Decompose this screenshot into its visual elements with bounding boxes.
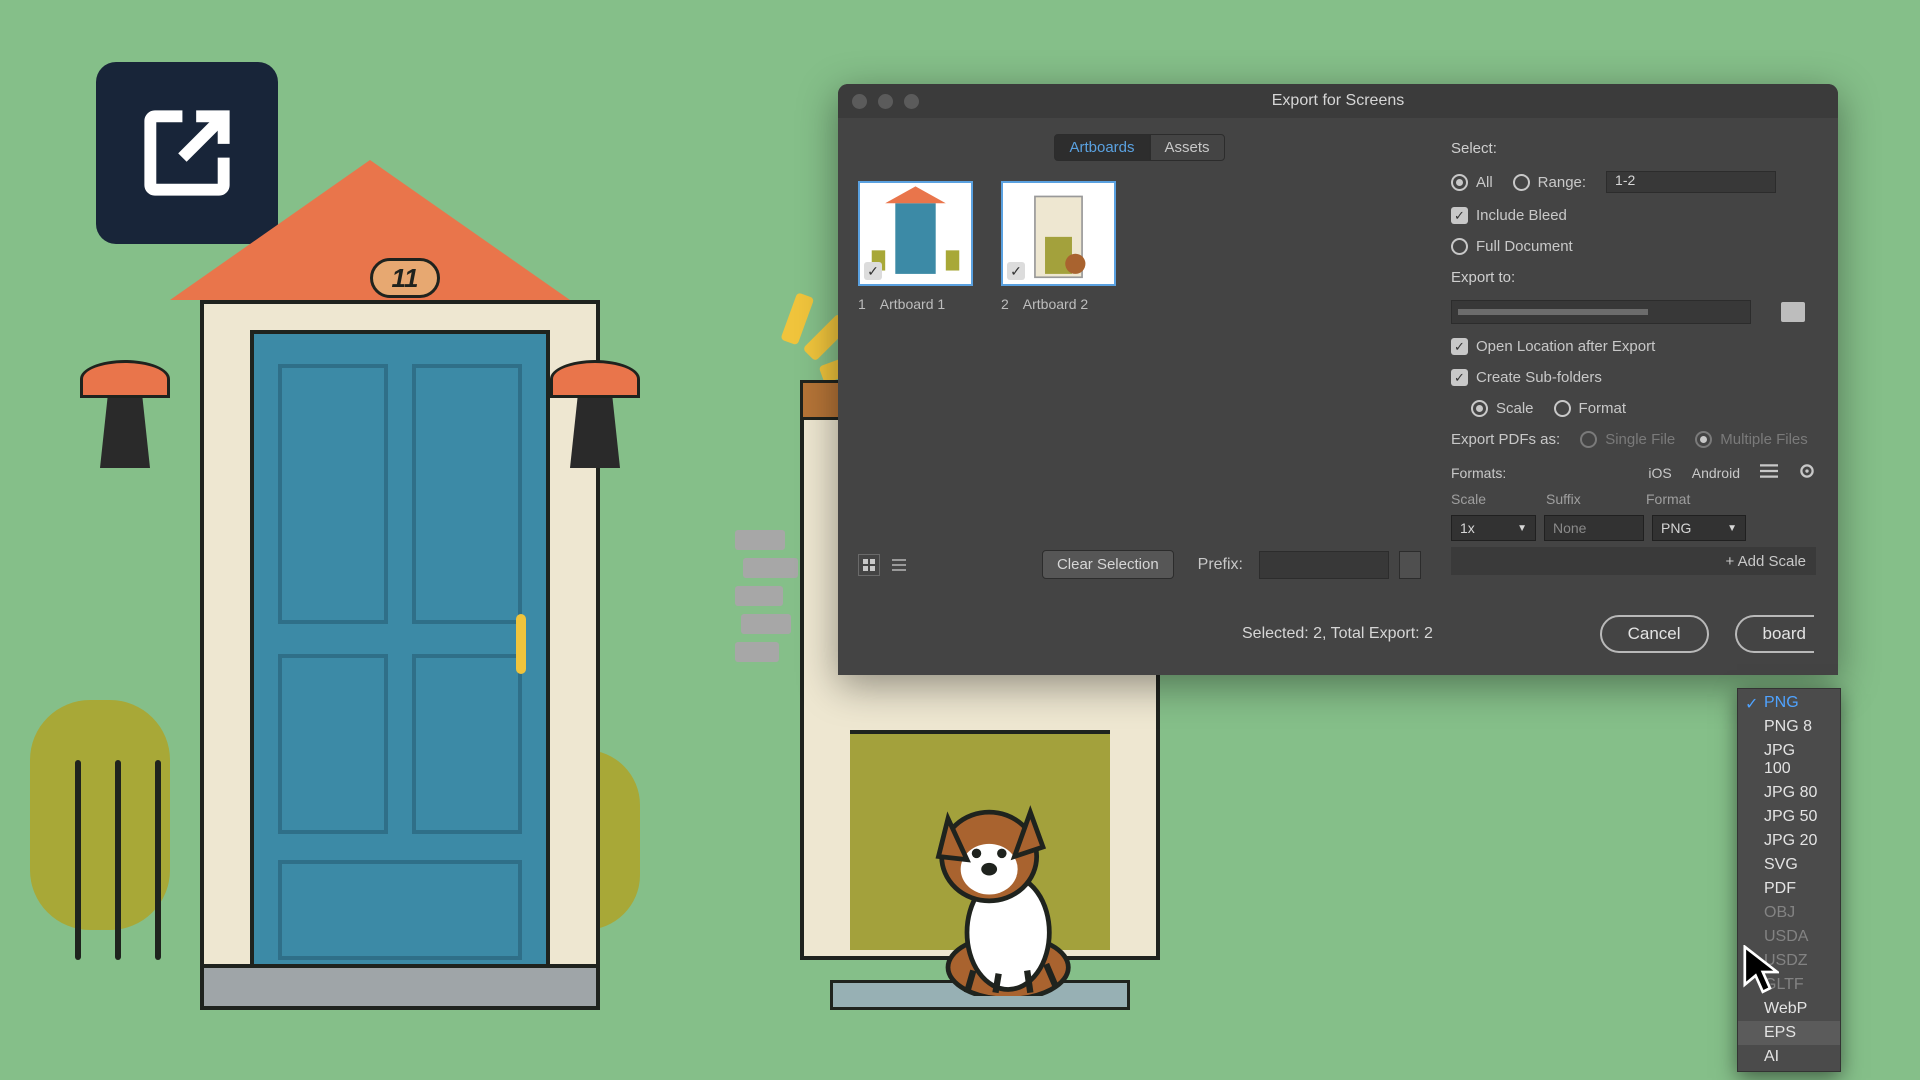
artboard-index: 1 bbox=[858, 296, 866, 312]
status-text: Selected: 2, Total Export: 2 bbox=[1242, 625, 1433, 643]
radio-subfolder-format[interactable]: Format bbox=[1554, 400, 1627, 417]
col-format: Format bbox=[1646, 491, 1690, 507]
folder-icon[interactable] bbox=[1781, 302, 1805, 322]
illustration-door-1: 11 bbox=[70, 160, 630, 1010]
add-scale-button[interactable]: + Add Scale bbox=[1451, 547, 1816, 575]
prefix-label: Prefix: bbox=[1198, 556, 1243, 574]
radio-all[interactable]: All bbox=[1451, 174, 1493, 191]
artboard-name: Artboard 2 bbox=[1023, 296, 1088, 312]
house-number: 11 bbox=[370, 258, 440, 298]
list-icon[interactable] bbox=[1760, 462, 1778, 483]
cursor-icon bbox=[1743, 945, 1779, 991]
format-option-obj: OBJ bbox=[1738, 901, 1840, 925]
illustration-dog bbox=[910, 790, 1100, 1000]
format-option-png[interactable]: PNG bbox=[1738, 691, 1840, 715]
radio-subfolder-scale[interactable]: Scale bbox=[1471, 400, 1534, 417]
radio-range[interactable]: Range: bbox=[1513, 174, 1586, 191]
tabs: Artboards Assets bbox=[858, 134, 1421, 161]
format-option-pdf[interactable]: PDF bbox=[1738, 877, 1840, 901]
prefix-input[interactable] bbox=[1259, 551, 1389, 579]
gear-icon[interactable] bbox=[1798, 462, 1816, 483]
checkbox-create-subfolders[interactable]: ✓Create Sub-folders bbox=[1451, 369, 1602, 386]
formats-label: Formats: bbox=[1451, 465, 1506, 481]
format-option-jpg-20[interactable]: JPG 20 bbox=[1738, 829, 1840, 853]
export-pdfs-label: Export PDFs as: bbox=[1451, 431, 1560, 448]
artboard-thumb-2[interactable]: ✓ 2 Artboard 2 bbox=[1001, 181, 1116, 312]
format-option-svg[interactable]: SVG bbox=[1738, 853, 1840, 877]
list-view-icon[interactable] bbox=[888, 554, 910, 576]
format-option-jpg-100[interactable]: JPG 100 bbox=[1738, 739, 1840, 781]
clear-selection-button[interactable]: Clear Selection bbox=[1042, 550, 1174, 579]
export-for-screens-dialog: Export for Screens Artboards Assets bbox=[838, 84, 1838, 675]
checkbox-open-location[interactable]: ✓Open Location after Export bbox=[1451, 338, 1655, 355]
range-input[interactable]: 1-2 bbox=[1606, 171, 1776, 193]
format-option-webp[interactable]: WebP bbox=[1738, 997, 1840, 1021]
format-option-jpg-50[interactable]: JPG 50 bbox=[1738, 805, 1840, 829]
format-option-ai[interactable]: AI bbox=[1738, 1045, 1840, 1069]
preset-android[interactable]: Android bbox=[1692, 465, 1740, 481]
select-label: Select: bbox=[1451, 140, 1816, 157]
tab-assets[interactable]: Assets bbox=[1150, 134, 1225, 161]
scale-dropdown[interactable]: 1x▼ bbox=[1451, 515, 1536, 541]
preset-ios[interactable]: iOS bbox=[1648, 465, 1671, 481]
radio-single-file: Single File bbox=[1580, 431, 1675, 448]
suffix-input[interactable]: None bbox=[1544, 515, 1644, 541]
artboard-index: 2 bbox=[1001, 296, 1009, 312]
dialog-titlebar[interactable]: Export for Screens bbox=[838, 84, 1838, 118]
check-icon[interactable]: ✓ bbox=[1007, 262, 1025, 280]
format-menu: PNGPNG 8JPG 100JPG 80JPG 50JPG 20SVGPDFO… bbox=[1737, 688, 1841, 1072]
format-option-jpg-80[interactable]: JPG 80 bbox=[1738, 781, 1840, 805]
dialog-title: Export for Screens bbox=[838, 92, 1838, 110]
tab-artboards[interactable]: Artboards bbox=[1054, 134, 1149, 161]
format-dropdown[interactable]: PNG▼ bbox=[1652, 515, 1746, 541]
radio-multiple-files: Multiple Files bbox=[1695, 431, 1808, 448]
col-suffix: Suffix bbox=[1546, 491, 1646, 507]
export-artboard-button[interactable]: board bbox=[1735, 615, 1814, 653]
grid-view-icon[interactable] bbox=[858, 554, 880, 576]
format-option-png-8[interactable]: PNG 8 bbox=[1738, 715, 1840, 739]
checkbox-include-bleed[interactable]: ✓Include Bleed bbox=[1451, 207, 1567, 224]
cancel-button[interactable]: Cancel bbox=[1600, 615, 1709, 653]
col-scale: Scale bbox=[1451, 491, 1546, 507]
export-path-input[interactable] bbox=[1451, 300, 1751, 324]
check-icon[interactable]: ✓ bbox=[864, 262, 882, 280]
radio-full-document[interactable]: Full Document bbox=[1451, 238, 1573, 255]
artboard-name: Artboard 1 bbox=[880, 296, 945, 312]
prefix-dropdown[interactable] bbox=[1399, 551, 1421, 579]
artboard-thumb-1[interactable]: ✓ 1 Artboard 1 bbox=[858, 181, 973, 312]
export-to-label: Export to: bbox=[1451, 269, 1816, 286]
format-option-eps[interactable]: EPS bbox=[1738, 1021, 1840, 1045]
